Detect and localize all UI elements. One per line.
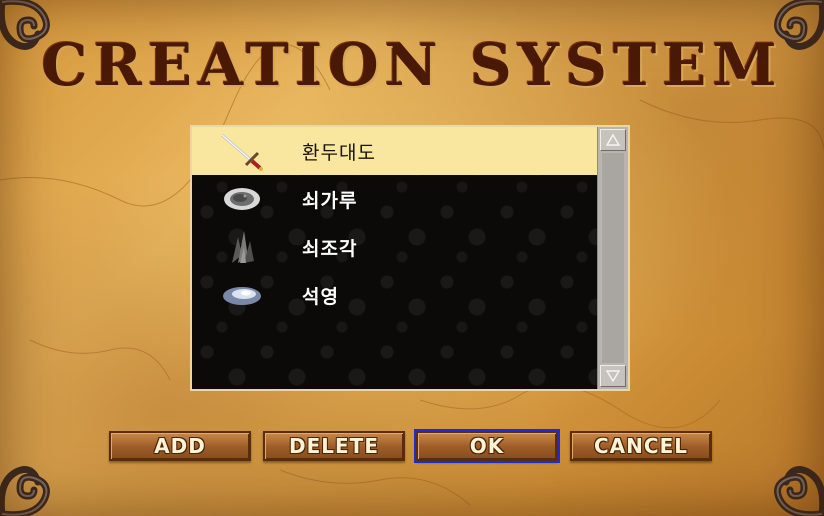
item-label: 석영	[302, 285, 339, 308]
window-title: CREATION SYSTEM	[41, 31, 783, 99]
scroll-track[interactable]	[602, 153, 624, 363]
iron-powder-icon	[212, 179, 272, 219]
list-item-iron-powder[interactable]: 쇠가루	[192, 175, 598, 223]
list-item-iron-shard[interactable]: 쇠조각	[192, 223, 598, 271]
item-list: 환두대도 쇠가루 쇠조각 석영	[192, 127, 598, 389]
list-item-sword[interactable]: 환두대도	[192, 127, 598, 175]
corner-ornament-bottom-left	[0, 466, 50, 516]
item-label: 쇠조각	[302, 237, 358, 260]
item-label: 환두대도	[302, 141, 376, 164]
triangle-down-icon	[606, 370, 620, 382]
list-item-quartz[interactable]: 석영	[192, 271, 598, 319]
delete-button[interactable]: DELETE	[263, 431, 405, 461]
quartz-icon	[212, 275, 272, 315]
triangle-up-icon	[606, 134, 620, 146]
iron-shard-icon	[212, 227, 272, 267]
scroll-down-button[interactable]	[600, 365, 626, 387]
cancel-button[interactable]: CANCEL	[570, 431, 712, 461]
creation-system-window: CREATION SYSTEM 환두대도 쇠가루 쇠조각 석영 ADD DELE…	[0, 0, 824, 516]
scroll-up-button[interactable]	[600, 129, 626, 151]
item-listbox[interactable]: 환두대도 쇠가루 쇠조각 석영	[190, 125, 630, 391]
add-button[interactable]: ADD	[109, 431, 251, 461]
list-scrollbar[interactable]	[597, 127, 628, 389]
sword-icon	[212, 131, 272, 171]
item-label: 쇠가루	[302, 189, 358, 212]
ok-button[interactable]: OK	[414, 429, 560, 463]
corner-ornament-bottom-right	[774, 466, 824, 516]
